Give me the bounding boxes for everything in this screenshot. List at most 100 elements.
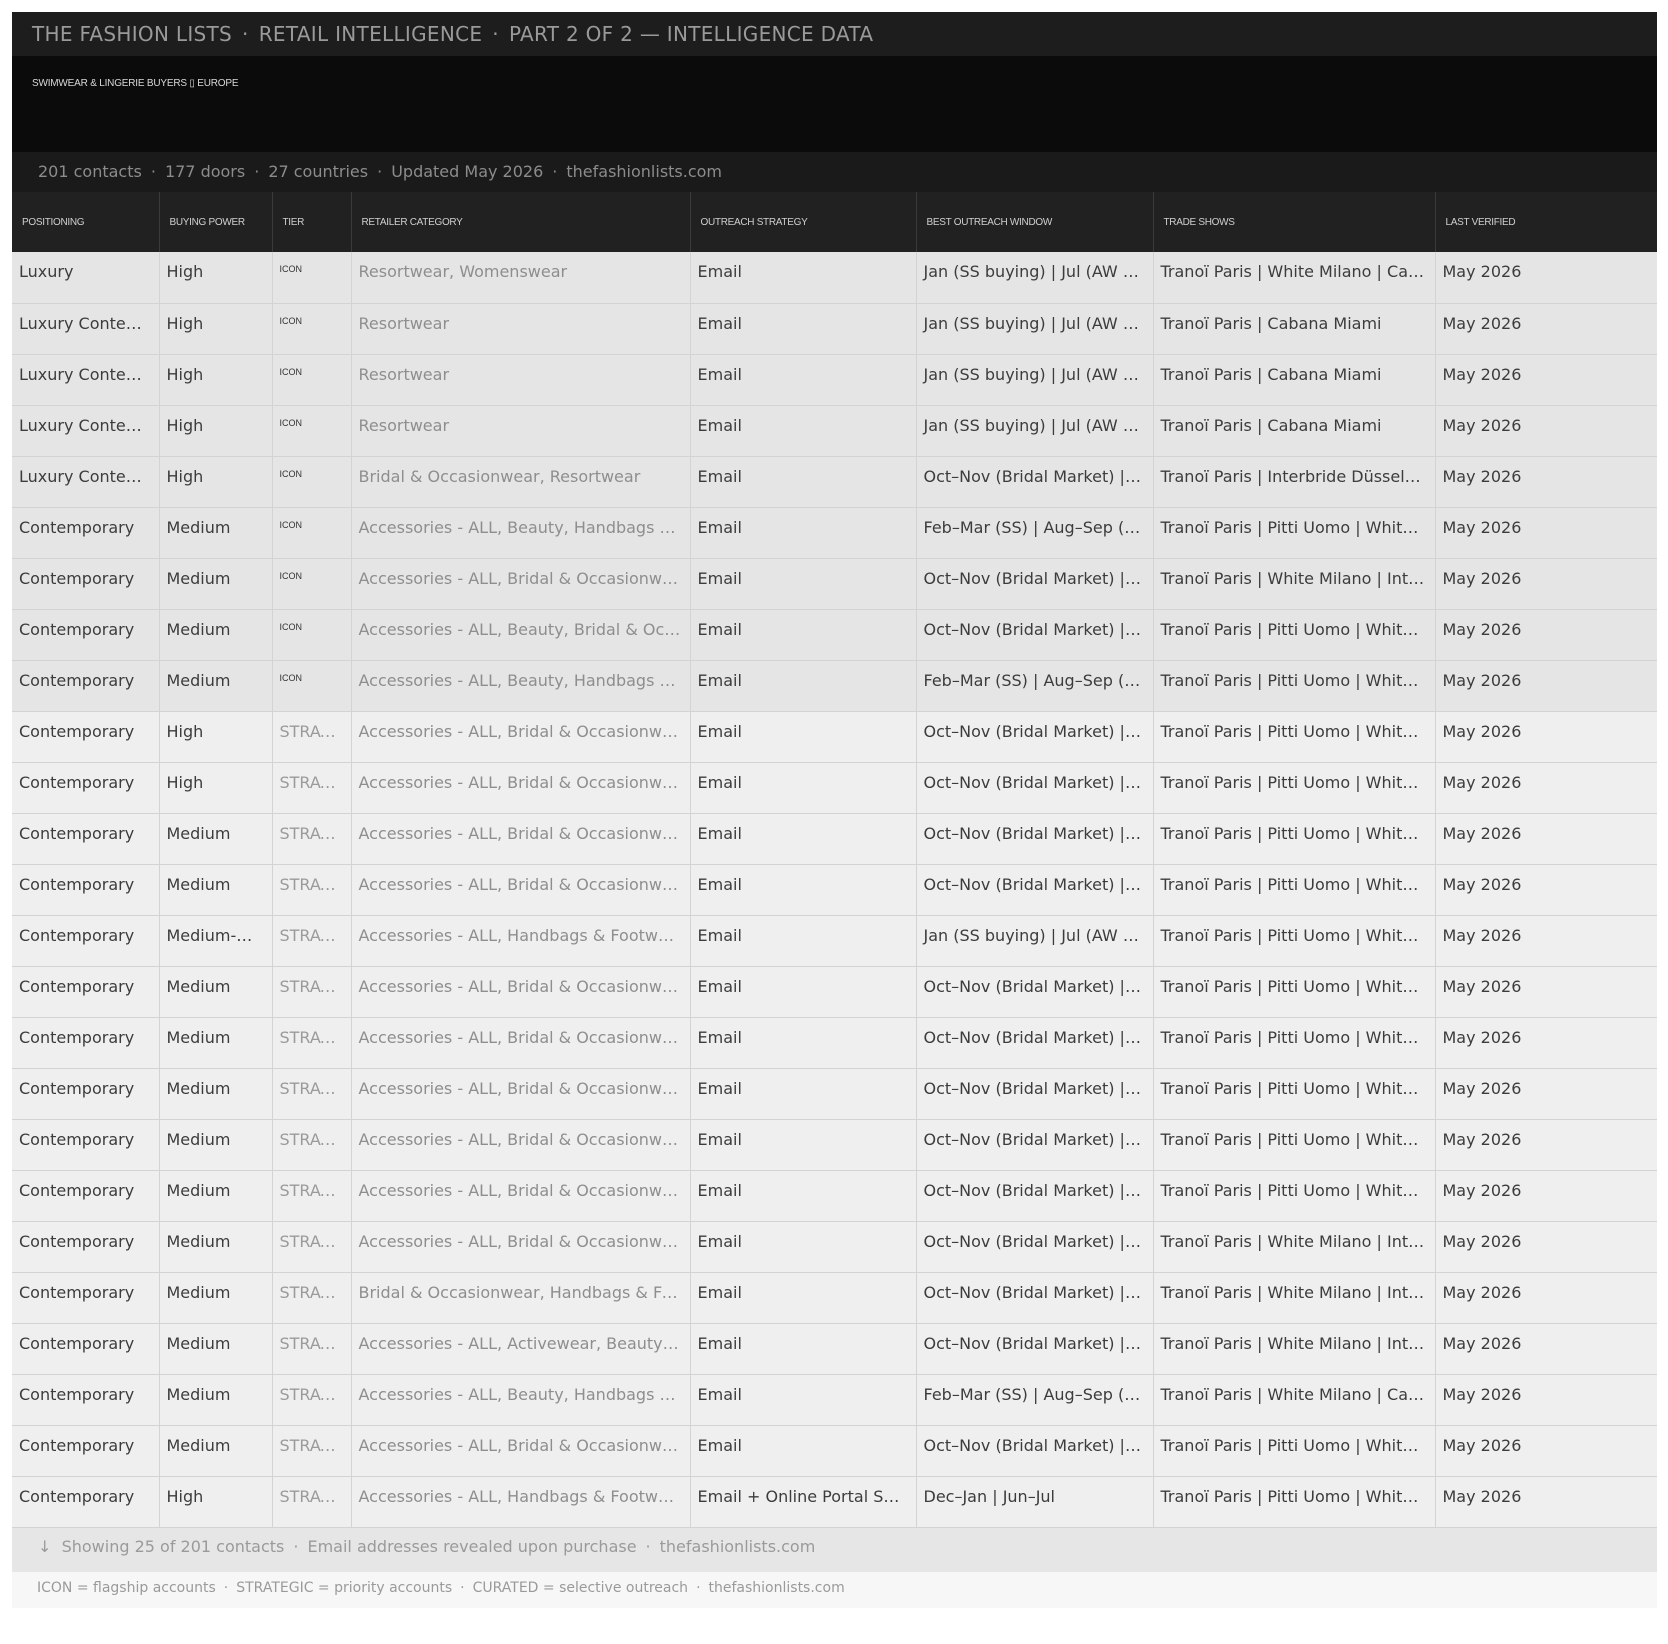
- column-header-last-verified[interactable]: LAST VERIFIED: [1434, 192, 1657, 252]
- cell-tier: STRATEGIC: [271, 813, 351, 865]
- table-row[interactable]: Luxury High ICON Resortwear, Womenswear Emai…: [12, 252, 1657, 304]
- cell-best-outreach-window: Oct–Nov (Bridal Market) | Apr: [915, 1017, 1153, 1069]
- column-header-positioning[interactable]: POSITIONING: [12, 192, 159, 252]
- cell-trade-shows: Tranoï Paris | Pitti Uomo | White Milano: [1152, 1068, 1435, 1120]
- table-row[interactable]: ContemporaryMediumSTRATEGICAccessories -…: [12, 966, 1657, 1018]
- cell-trade-shows: Tranoï Paris | Cabana Miami: [1152, 303, 1435, 355]
- cell-positioning: Contemporary: [12, 1068, 159, 1120]
- showing-count: Showing 25 of 201 contacts: [61, 1536, 285, 1556]
- table-row[interactable]: ContemporaryMediumSTRATEGICAccessories -…: [12, 813, 1657, 865]
- cell-trade-shows: Tranoï Paris | Pitti Uomo | White Milano: [1152, 507, 1435, 559]
- cell-retailer-category: Bridal & Occasionwear, Resortwear: [350, 456, 690, 508]
- cell-retailer-category: Accessories - ALL, Bridal & Occasionwear…: [350, 558, 690, 610]
- separator: ·: [460, 1579, 465, 1596]
- cell-positioning: Contemporary: [12, 711, 159, 763]
- cell-last-verified: May 2026: [1434, 1221, 1657, 1273]
- cell-buying-power: Medium: [158, 1221, 272, 1273]
- table-row[interactable]: Contemporary Medium ICON Accessories - ALL,…: [12, 558, 1657, 610]
- cell-positioning: Contemporary: [12, 1425, 159, 1477]
- table-row[interactable]: Luxury ContemporaryHighICONBridal & Occa…: [12, 456, 1657, 508]
- cell-positioning: Luxury: [12, 252, 159, 304]
- cell-last-verified: May 2026: [1434, 660, 1657, 712]
- cell-trade-shows: Tranoï Paris | Pitti Uomo | White Milano: [1152, 762, 1435, 814]
- cell-trade-shows: Tranoï Paris | Cabana Miami: [1152, 405, 1435, 457]
- cell-positioning: Contemporary: [12, 1170, 159, 1222]
- cell-last-verified: May 2026: [1434, 303, 1657, 355]
- cell-retailer-category: Resortwear: [350, 405, 690, 457]
- cell-positioning: Contemporary: [12, 558, 159, 610]
- separator: ·: [254, 162, 260, 181]
- cell-positioning: Luxury Contemporary: [12, 456, 159, 508]
- table-row[interactable]: Luxury ContemporaryHighICONResortwearEma…: [12, 354, 1657, 406]
- cell-positioning: Contemporary: [12, 762, 159, 814]
- table-row[interactable]: ContemporaryMediumSTRATEGICAccessories -…: [12, 1068, 1657, 1120]
- table-row[interactable]: ContemporaryMedium-HighSTRATEGICAccessor…: [12, 915, 1657, 967]
- column-header-trade-shows[interactable]: TRADE SHOWS: [1152, 192, 1435, 252]
- stat-doors: 177 doors: [164, 162, 246, 181]
- cell-outreach-strategy: Email: [689, 1425, 916, 1477]
- cell-trade-shows: Tranoï Paris | White Milano | Interbride: [1152, 558, 1435, 610]
- table-row[interactable]: ContemporaryMediumSTRATEGICAccessories -…: [12, 1119, 1657, 1171]
- cell-outreach-strategy: Email: [689, 1272, 916, 1324]
- cell-last-verified: May 2026: [1434, 558, 1657, 610]
- cell-tier: ICON: [271, 456, 351, 508]
- table-row[interactable]: ContemporaryMediumSTRATEGICAccessories -…: [12, 1425, 1657, 1477]
- separator: ·: [150, 162, 156, 181]
- table-row[interactable]: Luxury ContemporaryHighICONResortwearEma…: [12, 303, 1657, 355]
- cell-best-outreach-window: Oct–Nov (Bridal Market) | Apr: [915, 813, 1153, 865]
- cell-trade-shows: Tranoï Paris | White Milano | Cabana Mia…: [1152, 1374, 1435, 1426]
- column-header-best-outreach-window[interactable]: BEST OUTREACH WINDOW: [915, 192, 1153, 252]
- tier-legend: ICON = flagship accounts · STRATEGIC = pri…: [12, 1571, 1657, 1608]
- cell-buying-power: Medium: [158, 609, 272, 661]
- cell-positioning: Contemporary: [12, 1323, 159, 1375]
- cell-last-verified: May 2026: [1434, 1272, 1657, 1324]
- table-row[interactable]: Contemporary Medium ICON Accessories - ALL,…: [12, 507, 1657, 559]
- cell-tier: STRATEGIC: [271, 1017, 351, 1069]
- table-row[interactable]: ContemporaryHighSTRATEGICAccessories - A…: [12, 711, 1657, 763]
- table-row[interactable]: Contemporary Medium ICON Accessories - ALL,…: [12, 660, 1657, 712]
- cell-last-verified: May 2026: [1434, 966, 1657, 1018]
- legend-site-link[interactable]: thefashionlists.com: [709, 1580, 845, 1596]
- table-row[interactable]: ContemporaryHighSTRATEGICAccessories - A…: [12, 762, 1657, 814]
- cell-retailer-category: Resortwear: [350, 303, 690, 355]
- cell-trade-shows: Tranoï Paris | Pitti Uomo | White Milano: [1152, 966, 1435, 1018]
- table-row[interactable]: ContemporaryMediumSTRATEGICAccessories -…: [12, 1323, 1657, 1375]
- table-row[interactable]: ContemporaryHighSTRATEGICAccessories - A…: [12, 1476, 1657, 1528]
- table-row[interactable]: ContemporaryMediumSTRATEGICAccessories -…: [12, 1221, 1657, 1273]
- column-header-buying-power[interactable]: BUYING POWER: [158, 192, 272, 252]
- cell-positioning: Contemporary: [12, 915, 159, 967]
- column-header-outreach-strategy[interactable]: OUTREACH STRATEGY: [689, 192, 916, 252]
- cell-last-verified: May 2026: [1434, 711, 1657, 763]
- contacts-table: POSITIONING BUYING POWER TIER RETAILER C…: [12, 192, 1657, 1528]
- cell-positioning: Contemporary: [12, 1476, 159, 1528]
- cell-retailer-category: Accessories - ALL, Bridal & Occasionwear…: [350, 1221, 690, 1273]
- cell-last-verified: May 2026: [1434, 1323, 1657, 1375]
- table-row[interactable]: ContemporaryMediumSTRATEGICAccessories -…: [12, 864, 1657, 916]
- table-row[interactable]: ContemporaryMediumSTRATEGICAccessories -…: [12, 1170, 1657, 1222]
- cell-best-outreach-window: Oct–Nov (Bridal Market) | Apr: [915, 1323, 1153, 1375]
- stat-site-link[interactable]: thefashionlists.com: [566, 162, 722, 181]
- cell-buying-power: Medium: [158, 1374, 272, 1426]
- cell-tier: ICON: [271, 660, 351, 712]
- table-row[interactable]: ContemporaryMediumSTRATEGICAccessories -…: [12, 1374, 1657, 1426]
- cell-outreach-strategy: Email: [689, 813, 916, 865]
- cell-outreach-strategy: Email: [689, 456, 916, 508]
- column-header-tier[interactable]: TIER: [271, 192, 351, 252]
- table-row[interactable]: ContemporaryMediumSTRATEGICAccessories -…: [12, 1017, 1657, 1069]
- cell-trade-shows: Tranoï Paris | Pitti Uomo | White Milano: [1152, 1170, 1435, 1222]
- cell-best-outreach-window: Oct–Nov (Bridal Market) | Apr: [915, 609, 1153, 661]
- footer-site-link[interactable]: thefashionlists.com: [660, 1537, 816, 1556]
- table-row[interactable]: Contemporary Medium ICON Accessories - ALL,…: [12, 609, 1657, 661]
- cell-last-verified: May 2026: [1434, 1017, 1657, 1069]
- cell-retailer-category: Resortwear, Womenswear: [350, 252, 690, 304]
- table-row[interactable]: Luxury ContemporaryHighICONResortwearEma…: [12, 405, 1657, 457]
- column-header-retailer-category[interactable]: RETAILER CATEGORY: [350, 192, 690, 252]
- cell-outreach-strategy: Email: [689, 966, 916, 1018]
- table-row[interactable]: ContemporaryMediumSTRATEGICBridal & Occa…: [12, 1272, 1657, 1324]
- cell-positioning: Contemporary: [12, 813, 159, 865]
- cell-positioning: Contemporary: [12, 1374, 159, 1426]
- cell-best-outreach-window: Oct–Nov (Bridal Market) | Apr: [915, 1068, 1153, 1120]
- cell-tier: STRATEGIC: [271, 1272, 351, 1324]
- cell-positioning: Contemporary: [12, 660, 159, 712]
- separator: ·: [492, 22, 499, 46]
